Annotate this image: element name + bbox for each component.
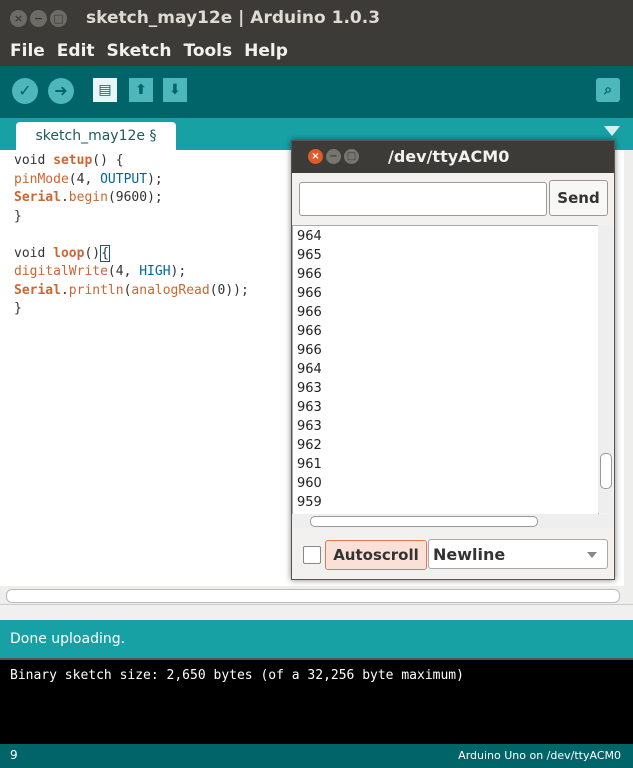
serial-horizontal-scrollbar[interactable] bbox=[292, 514, 612, 528]
menu-file[interactable]: File bbox=[0, 36, 47, 61]
serial-output-line: 963 bbox=[297, 419, 322, 434]
serial-monitor-title: /dev/ttyACM0 bbox=[388, 147, 510, 166]
minimize-icon: − bbox=[33, 12, 44, 25]
tab-sketch[interactable]: sketch_may12e § bbox=[16, 122, 176, 150]
serial-maximize-button[interactable]: □ bbox=[344, 149, 359, 164]
toolbar: ✓ ➜ ▤ ⬆ ⬇ ⌕ bbox=[0, 66, 633, 118]
code-line: Serial.println(analogRead(0)); bbox=[14, 282, 249, 298]
editor-vertical-scrollbar[interactable] bbox=[624, 150, 633, 586]
serial-monitor-window: × − □ /dev/ttyACM0 Send 964 965 966 966 966 9… bbox=[291, 140, 615, 580]
scrollbar-thumb[interactable] bbox=[6, 589, 620, 603]
save-down-arrow-icon: ⬇ bbox=[169, 82, 181, 98]
scrollbar-thumb[interactable] bbox=[310, 516, 538, 527]
scrollbar-thumb[interactable] bbox=[600, 453, 612, 489]
serial-output-line: 964 bbox=[297, 229, 322, 244]
code-line: } bbox=[14, 301, 22, 316]
code-line: Serial.begin(9600); bbox=[14, 190, 163, 205]
serial-output-line: 959 bbox=[297, 495, 322, 510]
line-number: 9 bbox=[10, 748, 18, 762]
bracket-match: { bbox=[100, 244, 110, 262]
maximize-icon: □ bbox=[53, 12, 64, 25]
verify-button[interactable]: ✓ bbox=[12, 78, 38, 104]
window-title: sketch_may12e | Arduino 1.0.3 bbox=[86, 8, 381, 28]
serial-output-line: 966 bbox=[297, 305, 322, 320]
console-output: Binary sketch size: 2,650 bytes (of a 32… bbox=[0, 658, 633, 746]
upload-button[interactable]: ➜ bbox=[48, 78, 74, 104]
serial-close-button[interactable]: × bbox=[308, 149, 323, 164]
serial-minimize-button[interactable]: − bbox=[326, 149, 341, 164]
serial-output: 964 965 966 966 966 966 966 964 963 963 963 962 961 9… bbox=[292, 225, 599, 515]
menu-edit[interactable]: Edit bbox=[47, 36, 97, 61]
tab-menu-icon[interactable] bbox=[604, 126, 620, 136]
maximize-icon: □ bbox=[346, 151, 357, 162]
autoscroll-checkbox[interactable] bbox=[303, 546, 321, 564]
code-text: void setup() { pinMode(4, OUTPUT); Seria… bbox=[14, 152, 249, 319]
serial-output-line: 961 bbox=[297, 457, 322, 472]
serial-output-line: 963 bbox=[297, 381, 322, 396]
serial-output-line: 965 bbox=[297, 248, 322, 263]
serial-output-line: 966 bbox=[297, 286, 322, 301]
open-up-arrow-icon: ⬆ bbox=[135, 82, 147, 98]
serial-output-line: 963 bbox=[297, 400, 322, 415]
line-ending-select[interactable]: Newline bbox=[428, 539, 608, 569]
line-ending-value: Newline bbox=[433, 545, 506, 564]
send-button[interactable]: Send bbox=[549, 180, 608, 216]
menu-tools[interactable]: Tools bbox=[173, 36, 234, 61]
footer-bar: 9 Arduino Uno on /dev/ttyACM0 bbox=[0, 744, 633, 768]
maximize-window-button[interactable]: □ bbox=[50, 10, 67, 27]
editor-horizontal-scrollbar[interactable] bbox=[0, 586, 633, 604]
console-text: Binary sketch size: 2,650 bytes (of a 32… bbox=[10, 668, 464, 683]
serial-output-lines: 964 965 966 966 966 966 966 964 963 963 963 962 961 9… bbox=[297, 227, 322, 512]
serial-vertical-scrollbar[interactable] bbox=[598, 225, 612, 513]
code-line: void loop(){ bbox=[14, 244, 110, 262]
status-message: Done uploading. bbox=[10, 631, 126, 647]
code-line: pinMode(4, OUTPUT); bbox=[14, 171, 163, 187]
save-button[interactable]: ⬇ bbox=[163, 78, 187, 102]
close-icon: × bbox=[311, 151, 320, 162]
board-info: Arduino Uno on /dev/ttyACM0 bbox=[458, 749, 621, 762]
serial-output-line: 960 bbox=[297, 476, 322, 491]
menu-help[interactable]: Help bbox=[234, 36, 290, 61]
status-bar: Done uploading. bbox=[0, 620, 633, 658]
code-line: digitalWrite(4, HIGH); bbox=[14, 264, 187, 279]
chevron-down-icon bbox=[587, 552, 597, 558]
pane-divider[interactable] bbox=[0, 604, 633, 621]
serial-output-line: 966 bbox=[297, 324, 322, 339]
menu-sketch[interactable]: Sketch bbox=[97, 36, 174, 61]
autoscroll-label[interactable]: Autoscroll bbox=[325, 540, 427, 570]
serial-monitor-titlebar: × − □ /dev/ttyACM0 bbox=[292, 141, 614, 173]
new-button[interactable]: ▤ bbox=[93, 78, 117, 102]
code-line: void setup() { bbox=[14, 153, 124, 168]
serial-output-line: 966 bbox=[297, 267, 322, 282]
magnifier-icon: ⌕ bbox=[604, 82, 612, 98]
minimize-window-button[interactable]: − bbox=[30, 10, 47, 27]
serial-output-line: 966 bbox=[297, 343, 322, 358]
close-window-button[interactable]: × bbox=[10, 10, 27, 27]
menu-bar: File Edit Sketch Tools Help bbox=[0, 36, 633, 66]
title-bar: × − □ sketch_may12e | Arduino 1.0.3 bbox=[0, 0, 633, 36]
serial-output-line: 964 bbox=[297, 362, 322, 377]
code-line: } bbox=[14, 208, 22, 224]
serial-monitor-button[interactable]: ⌕ bbox=[596, 78, 620, 102]
arrow-right-icon: ➜ bbox=[54, 81, 68, 100]
open-button[interactable]: ⬆ bbox=[129, 78, 153, 102]
serial-send-input[interactable] bbox=[299, 182, 547, 216]
new-document-icon: ▤ bbox=[98, 82, 112, 98]
minimize-icon: − bbox=[329, 151, 338, 162]
serial-output-line: 962 bbox=[297, 438, 322, 453]
check-icon: ✓ bbox=[18, 81, 32, 100]
close-icon: × bbox=[13, 12, 24, 25]
